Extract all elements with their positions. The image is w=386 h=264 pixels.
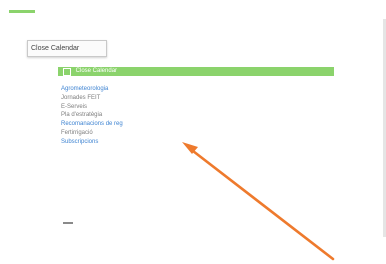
top-accent-bar <box>9 10 35 13</box>
menu-item-agrometeorologia[interactable]: Agrometeorologia <box>61 85 123 94</box>
menu-item-pla-estrategia[interactable]: Pla d'estratègia <box>61 111 123 120</box>
arrow-shaft <box>191 149 335 261</box>
menu-item-fertirrigacio[interactable]: Fertirrigació <box>61 129 123 138</box>
menu-item-e-serveis[interactable]: E-Serveis <box>61 103 123 112</box>
checkbox-icon[interactable] <box>63 68 71 76</box>
arrow-head-icon <box>182 142 198 154</box>
menu-item-subscripcions[interactable]: Subscripcions <box>61 138 123 147</box>
menu-item-jornades[interactable]: Jornades FEIT <box>61 94 123 103</box>
close-calendar-label: Close Calendar <box>75 68 118 74</box>
divider-dash <box>63 222 73 224</box>
side-menu: Agrometeorologia Jornades FEIT E-Serveis… <box>61 85 123 147</box>
menu-item-recomanacions-reg[interactable]: Recomanacions de reg <box>61 120 123 129</box>
tooltip-text: Close Calendar <box>31 45 80 52</box>
close-calendar-bar[interactable]: Close Calendar <box>58 67 334 76</box>
tooltip: Close Calendar <box>27 40 107 57</box>
